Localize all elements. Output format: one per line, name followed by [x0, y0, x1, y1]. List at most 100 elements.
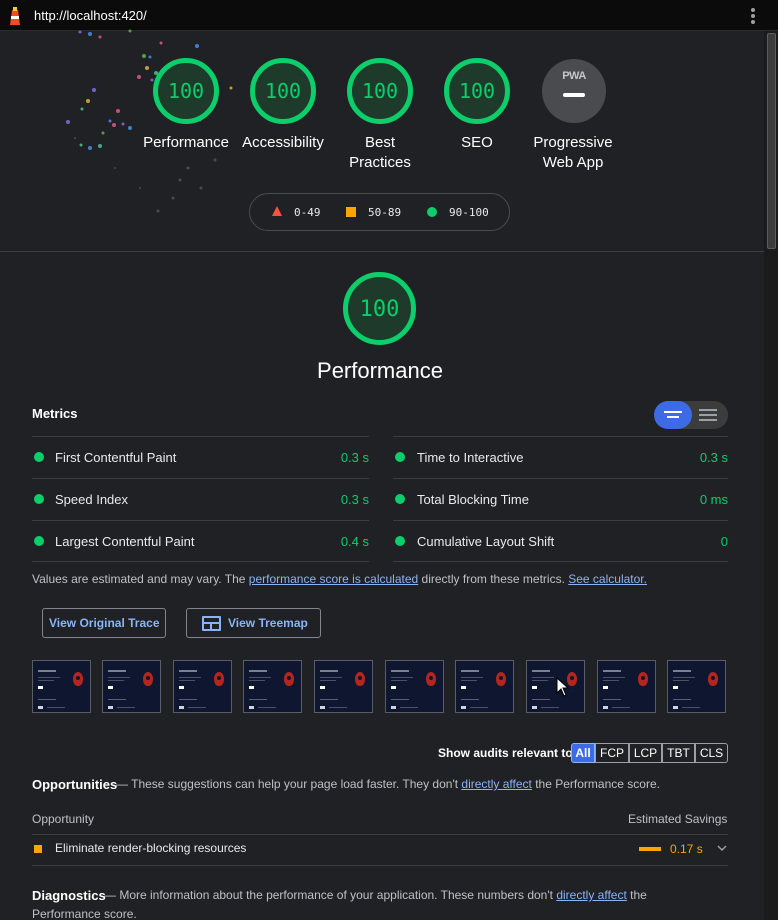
address-bar-url[interactable]: http://localhost:420/ [34, 8, 147, 23]
browser-toolbar: http://localhost:420/ [0, 0, 778, 31]
opportunity-savings: 0.17 s [670, 842, 703, 856]
metric-name: Speed Index [55, 492, 129, 507]
legend-fail: 0-49 [294, 206, 321, 219]
score-calculated-link[interactable]: performance score is calculated [249, 572, 418, 586]
filmstrip-frame[interactable] [597, 660, 656, 713]
metric-value: 0.4 s [340, 534, 369, 549]
legend-pass: 90-100 [449, 206, 489, 219]
metric-name: First Contentful Paint [55, 450, 177, 465]
button-label: View Original Trace [49, 616, 160, 630]
pwa-badge: PWA [542, 59, 606, 123]
description-text: the [626, 888, 647, 902]
pwa-icon: PWA [562, 70, 586, 82]
gauge-label-line2: Practices [349, 154, 411, 171]
see-calculator-link[interactable]: See calculator. [568, 572, 647, 586]
metric-value: 0.3 s [340, 492, 369, 507]
opportunities-description: — These suggestions can help your page l… [116, 775, 660, 794]
summary-lines-icon [664, 411, 682, 421]
pass-dot-icon [34, 494, 44, 504]
pass-dot-icon [395, 536, 405, 546]
performance-score: 100 [359, 297, 400, 322]
metric-divider [393, 520, 728, 521]
filter-all-button[interactable]: All [571, 743, 595, 763]
note-text: Values are estimated and may vary. The [32, 572, 249, 586]
gauge-score: 100 [167, 79, 205, 103]
diagnostics-title: Diagnostics [32, 888, 106, 903]
filmstrip-frame[interactable] [173, 660, 232, 713]
legend-average: 50-89 [368, 206, 402, 219]
filmstrip-frame[interactable] [667, 660, 726, 713]
metrics-note: Values are estimated and may vary. The p… [32, 572, 647, 586]
lighthouse-icon [10, 7, 20, 25]
decorative-dots [66, 29, 233, 213]
filter-fcp-button[interactable]: FCP [595, 743, 629, 763]
pwa-dash-icon [563, 93, 585, 97]
metric-value: 0.3 s [699, 450, 728, 465]
average-square-icon [346, 207, 356, 217]
filmstrip-frame[interactable] [243, 660, 302, 713]
metric-name: Cumulative Layout Shift [417, 534, 555, 549]
savings-column-header: Estimated Savings [628, 812, 728, 826]
audit-filter-label: Show audits relevant to: [438, 746, 577, 760]
filter-cls-button[interactable]: CLS [695, 743, 728, 763]
metric-divider [32, 561, 369, 562]
opportunity-name: Eliminate render-blocking resources [55, 841, 247, 855]
scrollbar-thumb[interactable] [767, 33, 776, 249]
more-options-icon[interactable] [748, 7, 758, 25]
metric-name: Largest Contentful Paint [55, 534, 195, 549]
toggle-summary-button[interactable] [654, 401, 692, 429]
opportunity-column-header: Opportunity [32, 812, 95, 826]
metric-divider [393, 436, 728, 437]
table-divider [32, 834, 728, 835]
gauge-label-line1: Progressive [533, 134, 613, 151]
gauge-score: 100 [361, 79, 399, 103]
description-text: the Performance score. [531, 777, 660, 791]
filmstrip-frame[interactable] [32, 660, 91, 713]
metric-divider [32, 520, 369, 521]
filmstrip-frame[interactable] [385, 660, 444, 713]
view-treemap-button[interactable]: View Treemap [186, 608, 321, 638]
diagnostics-description: — More information about the performance… [104, 886, 647, 905]
filmstrip-frame[interactable] [102, 660, 161, 713]
metric-divider [393, 478, 728, 479]
average-square-icon [34, 845, 42, 853]
metric-divider [393, 561, 728, 562]
metric-divider [32, 478, 369, 479]
metrics-view-toggle[interactable] [654, 401, 728, 429]
filter-tbt-button[interactable]: TBT [662, 743, 695, 763]
description-text: — More information about the performance… [104, 888, 557, 902]
opportunities-title: Opportunities [32, 777, 118, 792]
fail-triangle-icon [272, 206, 282, 216]
table-divider [32, 865, 728, 866]
description-text: — These suggestions can help your page l… [116, 777, 462, 791]
note-text: directly from these metrics. [418, 572, 569, 586]
treemap-icon [202, 616, 221, 631]
directly-affect-link[interactable]: directly affect [461, 777, 531, 791]
section-divider [0, 251, 764, 252]
gauge-score: 100 [264, 79, 302, 103]
filter-lcp-button[interactable]: LCP [629, 743, 662, 763]
mouse-cursor-icon [556, 677, 570, 697]
pass-circle-icon [427, 207, 437, 217]
gauge-label-line2: Web App [542, 154, 604, 171]
pass-dot-icon [395, 494, 405, 504]
metric-name: Total Blocking Time [417, 492, 529, 507]
chevron-down-icon[interactable] [716, 843, 728, 853]
diagnostics-description-line2: Performance score. [32, 907, 137, 920]
metric-value: 0 ms [699, 492, 728, 507]
scrollbar[interactable] [764, 31, 778, 920]
pass-dot-icon [34, 452, 44, 462]
metric-name: Time to Interactive [417, 450, 524, 465]
view-original-trace-button[interactable]: View Original Trace [42, 608, 166, 638]
pass-dot-icon [395, 452, 405, 462]
metric-divider [32, 436, 369, 437]
pass-dot-icon [34, 536, 44, 546]
filmstrip-frame[interactable] [455, 660, 514, 713]
savings-bar [639, 847, 661, 851]
list-lines-icon[interactable] [699, 409, 717, 424]
filmstrip-frame[interactable] [314, 660, 373, 713]
performance-title: Performance [317, 358, 443, 383]
button-label: View Treemap [228, 616, 308, 630]
metric-value: 0.3 s [340, 450, 369, 465]
directly-affect-link[interactable]: directly affect [556, 888, 626, 902]
